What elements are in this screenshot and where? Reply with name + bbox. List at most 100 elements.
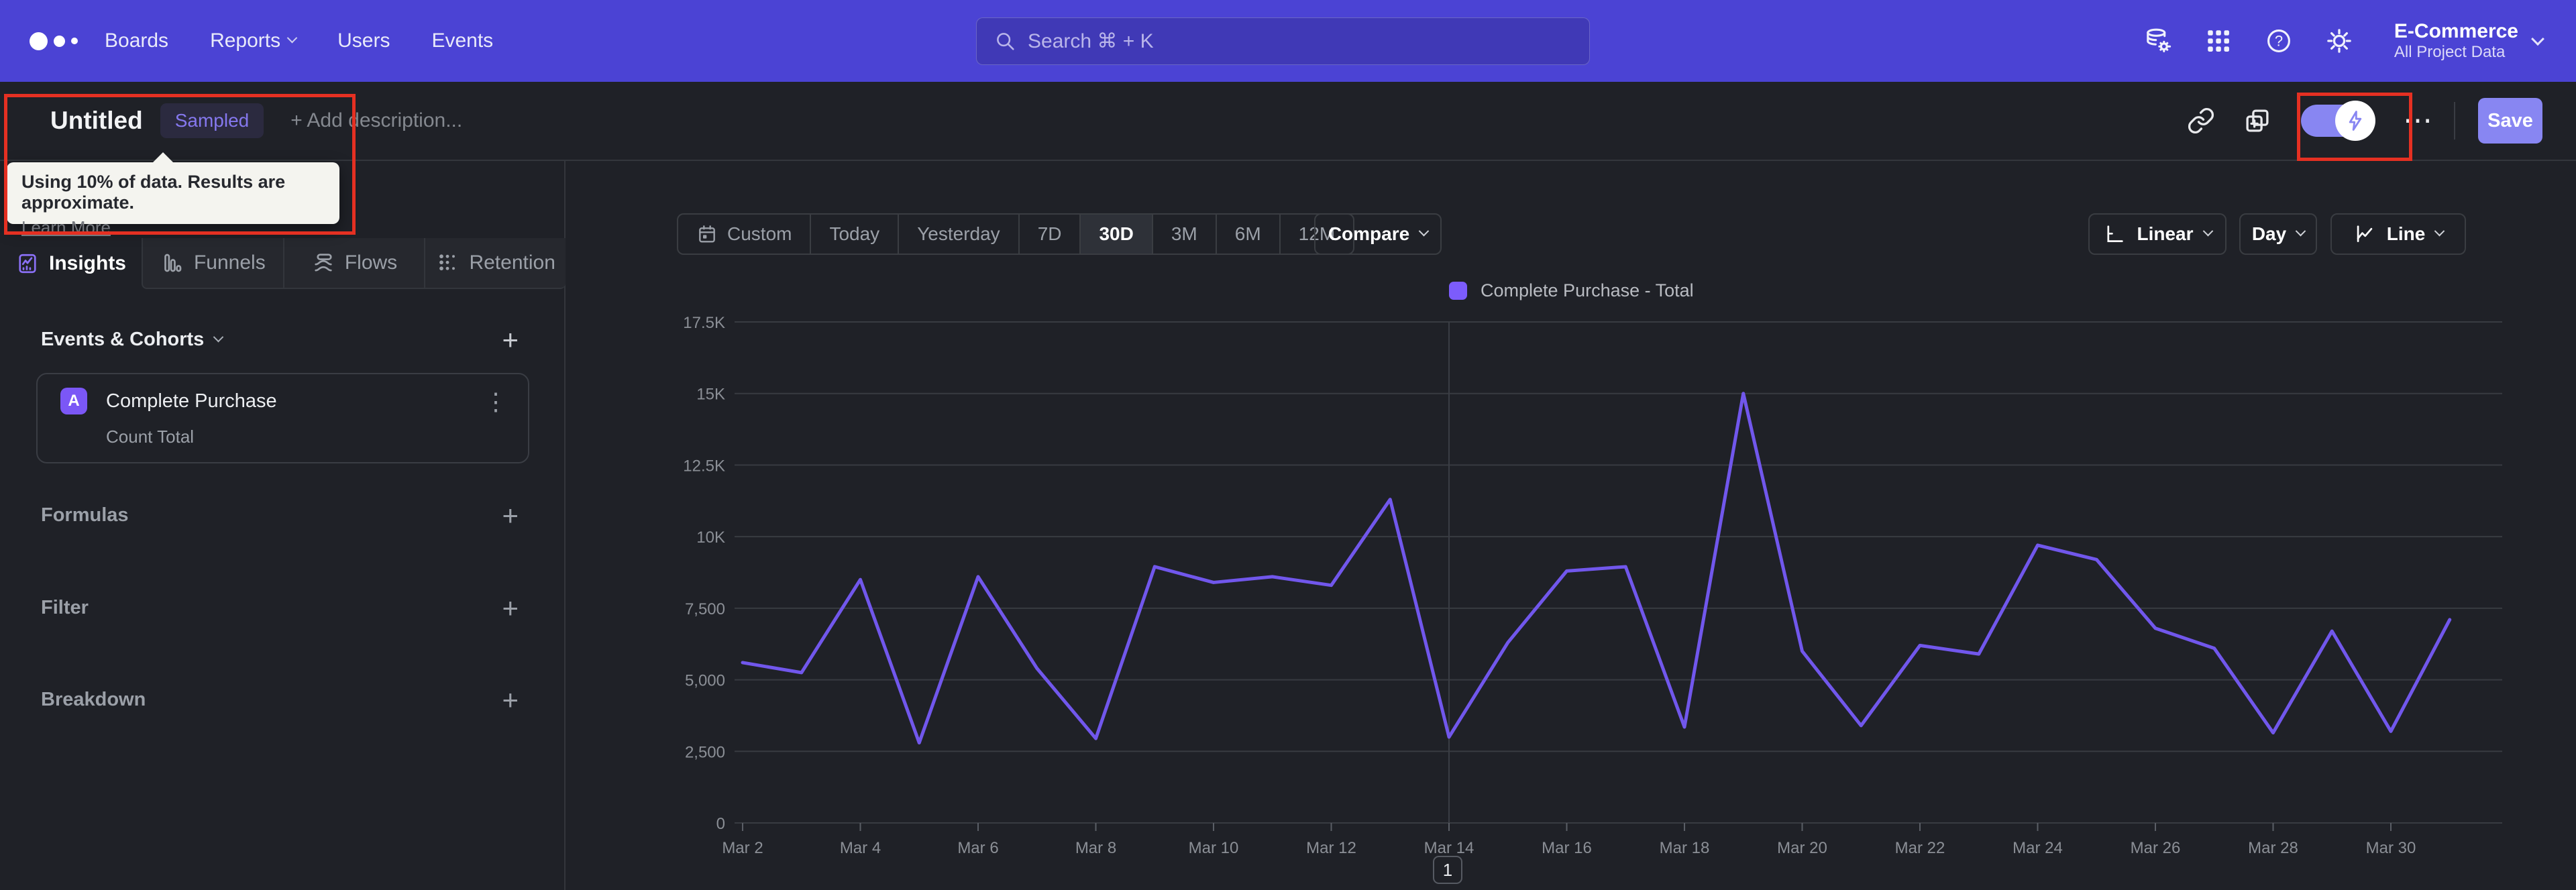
project-selector[interactable]: E-Commerce All Project Data [2394,20,2544,62]
add-description-button[interactable]: + Add description... [290,109,462,132]
add-formula-button[interactable]: + [502,501,519,529]
svg-text:Mar 20: Mar 20 [1777,839,1827,857]
tab-label: Flows [344,252,398,274]
tab-insights[interactable]: Insights [0,238,142,289]
chevron-down-icon [2434,225,2445,237]
sampled-badge[interactable]: Sampled [160,103,264,138]
range-label: Custom [727,223,792,244]
tab-label: Retention [469,252,555,274]
chevron-down-icon [2531,32,2544,46]
line-chart-svg: 17.5K 15K 12.5K 10K 7,500 5,000 2,500 0 Mar 2 Mar… [683,314,2502,857]
sampling-tooltip: Using 10% of data. Results are approxima… [7,152,339,237]
logo-dot-icon [30,32,48,50]
events-cohorts-header[interactable]: Events & Cohorts [41,329,224,351]
svg-text:Mar 4: Mar 4 [840,839,881,857]
retention-icon [439,254,455,271]
report-tabs: Insights Funnels Flows Retention [0,238,566,289]
range-label: 7D [1037,223,1062,244]
apps-grid-icon[interactable] [2204,26,2233,56]
report-title[interactable]: Untitled [50,107,143,135]
add-breakdown-button[interactable]: + [502,685,519,714]
svg-text:Mar 2: Mar 2 [722,839,763,857]
toggle-knob [2335,101,2375,141]
tab-flows[interactable]: Flows [282,238,425,288]
svg-text:5,000: 5,000 [685,672,725,690]
range-label: 6M [1234,223,1261,244]
svg-text:Mar 30: Mar 30 [2366,839,2416,857]
range-3m[interactable]: 3M [1151,215,1216,254]
line-chart-icon [2357,225,2372,242]
add-event-button[interactable]: + [502,325,519,353]
event-name: Complete Purchase [106,390,277,412]
filter-label: Filter [41,597,89,618]
funnels-icon [164,254,182,272]
nav-item-boards[interactable]: Boards [105,30,168,52]
formulas-row: Formulas + [41,501,519,529]
range-custom[interactable]: Custom [678,215,810,254]
svg-text:7,500: 7,500 [685,600,725,618]
chart-type-label: Line [2386,223,2426,244]
svg-text:Mar 10: Mar 10 [1189,839,1239,857]
insights-icon [19,254,36,274]
learn-more-link[interactable]: Learn More [21,217,111,238]
project-scope: All Project Data [2394,43,2506,61]
breakdown-label: Breakdown [41,689,146,710]
share-link-icon[interactable] [2187,107,2215,135]
linear-axis-icon [2107,225,2124,242]
range-label: 30D [1099,223,1134,244]
search-input[interactable]: Search ⌘ + K [976,17,1590,65]
nav-item-users[interactable]: Users [337,30,390,52]
range-6m[interactable]: 6M [1215,215,1279,254]
app-root: Boards Reports Users Events Search ⌘ + K [0,0,2576,890]
range-today[interactable]: Today [810,215,898,254]
divider [2454,102,2455,140]
help-icon[interactable]: ? [2264,26,2294,56]
event-metric[interactable]: Count Total [106,427,194,447]
more-options-button[interactable]: ⋯ [2403,106,2434,135]
chevron-down-icon [286,32,298,43]
project-name: E-Commerce [2394,20,2518,42]
range-yesterday[interactable]: Yesterday [898,215,1018,254]
settings-gear-icon[interactable] [2324,26,2354,56]
interval-select[interactable]: Day [2239,213,2317,255]
pagination-page-button[interactable]: 1 [1433,856,1462,884]
event-menu-button[interactable]: ⋮ [484,388,508,416]
tab-funnels[interactable]: Funnels [143,238,283,288]
range-30d[interactable]: 30D [1079,215,1152,254]
chevron-down-icon [2295,225,2306,237]
data-management-icon[interactable] [2143,26,2173,56]
svg-text:Mar 22: Mar 22 [1895,839,1945,857]
save-button[interactable]: Save [2478,98,2542,144]
logo-dot-icon [71,38,78,44]
svg-text:Mar 14: Mar 14 [1424,839,1474,857]
add-to-board-icon[interactable] [2243,107,2271,135]
nav-item-reports[interactable]: Reports [210,30,298,52]
scale-select[interactable]: Linear [2088,213,2226,255]
nav-item-events[interactable]: Events [431,30,493,52]
svg-text:10K: 10K [696,529,725,547]
nav-item-label: Users [337,30,390,52]
calendar-icon [699,225,715,243]
chevron-down-icon [1418,225,1430,237]
event-card[interactable]: A Complete Purchase ⋮ Count Total [36,373,529,463]
query-builder-sidebar: Insights Funnels Flows Retention Events … [0,161,566,890]
add-filter-button[interactable]: + [502,594,519,622]
svg-text:Mar 8: Mar 8 [1075,839,1116,857]
report-title-bar: Untitled Sampled + Add description... ⋯ … [0,82,2576,160]
compare-button[interactable]: Compare [1314,213,1442,255]
nav-item-label: Boards [105,30,169,52]
range-7d[interactable]: 7D [1018,215,1080,254]
svg-text:Mar 12: Mar 12 [1306,839,1356,857]
svg-text:Mar 16: Mar 16 [1542,839,1592,857]
mixpanel-logo[interactable] [30,32,105,50]
svg-text:Mar 24: Mar 24 [2012,839,2063,857]
sampling-toggle[interactable] [2301,101,2375,141]
tab-retention[interactable]: Retention [424,238,566,288]
logo-dot-icon [54,35,65,47]
scale-label: Linear [2137,223,2194,244]
tab-label: Funnels [193,252,266,274]
svg-text:Mar 6: Mar 6 [957,839,998,857]
flows-icon [315,254,332,272]
compare-label: Compare [1328,223,1410,244]
chart-type-select[interactable]: Line [2330,213,2466,255]
